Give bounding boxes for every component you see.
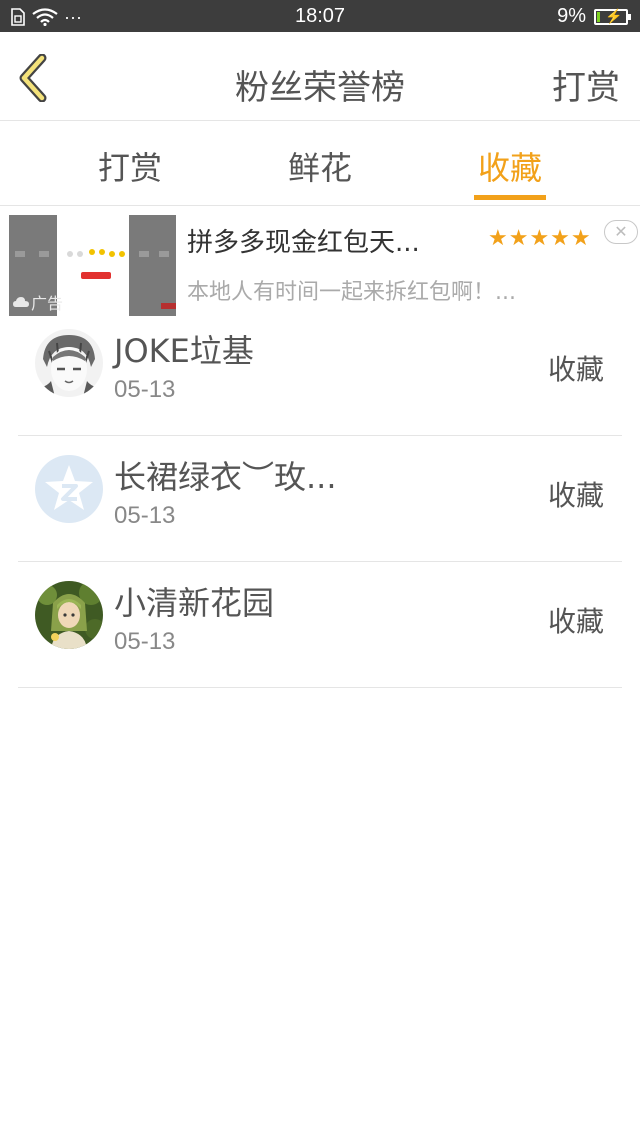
sketch-face-avatar[interactable] [35, 329, 103, 397]
page-title: 粉丝荣誉榜 [235, 68, 405, 108]
thumb-grey-mark [15, 251, 25, 257]
thumb-grey-mark [159, 251, 169, 257]
thumb-grey-mark [139, 251, 149, 257]
thumb-red-button [81, 272, 111, 279]
status-icons-right: 9% ⚡ [557, 5, 631, 28]
header: 粉丝荣誉榜 打赏 [0, 32, 640, 121]
thumb-dot [67, 251, 73, 257]
tab-flowers[interactable]: 鲜花 [260, 143, 380, 189]
thumb-dot [99, 249, 105, 255]
thumb-red-mark [161, 303, 176, 309]
ad-title[interactable]: 拼多多现金红包天... [187, 222, 420, 259]
favorite-label: 收藏 [547, 353, 604, 386]
user-name: JOKE垃基 [114, 332, 254, 370]
ad-description[interactable]: 本地人有时间一起来拆红包啊！... [187, 274, 516, 306]
ad-close-button[interactable]: ✕ [604, 220, 638, 244]
green-girl-avatar[interactable] [35, 581, 103, 649]
tab-favorites[interactable]: 收藏 [450, 143, 570, 189]
thumb-panel [57, 215, 129, 316]
list-item[interactable]: JOKE垃基 05-13 收藏 [18, 310, 622, 436]
status-bar: ··· 18:07 9% ⚡ [0, 0, 640, 32]
reward-button[interactable]: 打赏 [552, 60, 620, 109]
ad-rating-stars: ★★★★★ [488, 226, 592, 251]
ad-banner[interactable]: 广告 拼多多现金红包天... ★★★★★ ✕ 本地人有时间一起来拆红包啊！... [0, 206, 640, 316]
qq-logo-avatar[interactable] [35, 455, 103, 523]
status-time: 18:07 [294, 5, 346, 27]
battery-icon: ⚡ [594, 7, 631, 25]
thumb-grey-mark [39, 251, 49, 257]
favorites-list: JOKE垃基 05-13 收藏 长裙绿衣︶玫... 05-13 收藏 小清新花园… [18, 310, 622, 688]
favorite-label: 收藏 [547, 605, 604, 638]
date: 05-13 [114, 502, 176, 529]
tab-bar: 打赏 鲜花 收藏 [0, 121, 640, 206]
list-item[interactable]: 长裙绿衣︶玫... 05-13 收藏 [18, 436, 622, 562]
battery-percent: 9% [557, 5, 586, 27]
tab-reward[interactable]: 打赏 [70, 143, 190, 189]
battery-fill [597, 11, 600, 22]
user-name: 长裙绿衣︶玫... [114, 458, 337, 496]
ad-thumbnail[interactable]: 广告 [9, 215, 176, 316]
date: 05-13 [114, 376, 176, 403]
user-name: 小清新花园 [114, 584, 275, 622]
cloud-icon [13, 297, 29, 307]
favorite-label: 收藏 [547, 479, 604, 512]
active-tab-indicator [474, 195, 546, 200]
thumb-dot [77, 251, 83, 257]
list-item[interactable]: 小清新花园 05-13 收藏 [18, 562, 622, 688]
thumb-dot [119, 251, 125, 257]
charging-icon: ⚡ [605, 7, 623, 24]
thumb-dot [89, 249, 95, 255]
thumb-dot [109, 251, 115, 257]
date: 05-13 [114, 628, 176, 655]
